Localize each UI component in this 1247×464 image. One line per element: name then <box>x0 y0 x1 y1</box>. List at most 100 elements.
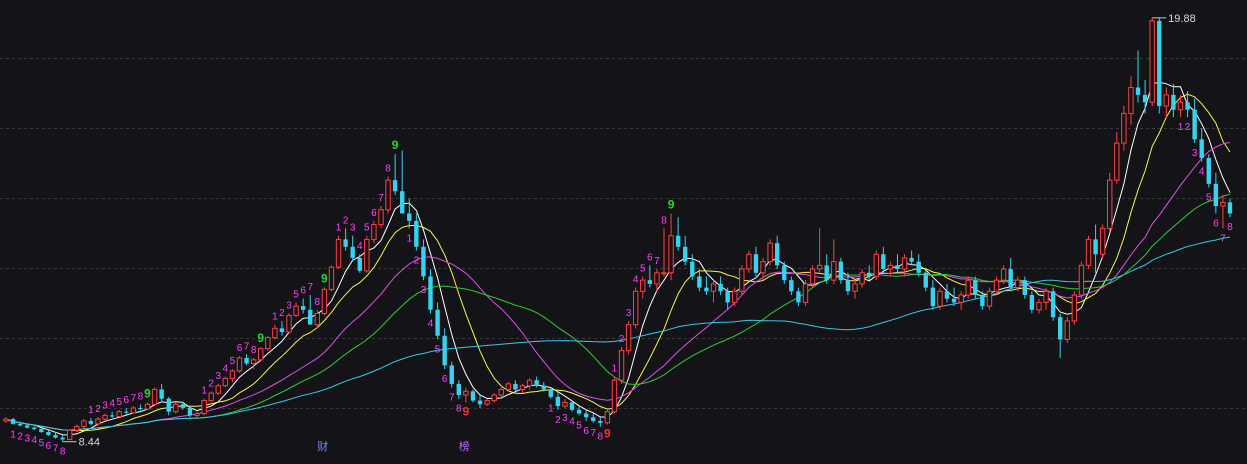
candle-body <box>951 298 957 303</box>
candle <box>1220 194 1226 229</box>
candle <box>10 417 16 425</box>
candle-body <box>1157 20 1162 107</box>
candle-body <box>463 390 469 396</box>
candle-body <box>625 324 632 352</box>
ma20-line <box>5 142 1231 431</box>
candle-body <box>3 418 9 422</box>
candle <box>229 369 236 383</box>
candle-body <box>144 403 151 410</box>
td-count: 4 <box>109 399 115 410</box>
candle-body <box>683 246 688 262</box>
candle-body <box>647 280 653 284</box>
candle-body <box>1050 291 1056 318</box>
candle <box>909 250 914 266</box>
low-price-label: 8.44 <box>79 437 100 449</box>
candle <box>1171 83 1176 118</box>
candle <box>286 313 292 334</box>
candle <box>88 417 94 426</box>
candle-body <box>442 335 447 366</box>
candle <box>632 287 639 329</box>
candle-body <box>407 213 412 221</box>
candle-body <box>279 328 285 333</box>
candle-body <box>293 305 299 316</box>
candle-body <box>675 235 681 247</box>
candle <box>625 320 632 355</box>
candle <box>831 239 837 284</box>
candle-body <box>1220 201 1226 207</box>
candle <box>442 328 447 370</box>
td-count: 4 <box>428 319 434 330</box>
candle-body <box>923 272 928 288</box>
candle-body <box>414 220 419 247</box>
candle-body <box>151 388 158 405</box>
td-count: 5 <box>1206 193 1212 204</box>
candle <box>937 287 943 310</box>
candle <box>513 380 518 392</box>
candle-body <box>392 180 398 192</box>
td-count: 3 <box>626 308 632 319</box>
candle-body <box>732 290 738 303</box>
candle <box>293 302 299 318</box>
candle <box>3 417 9 423</box>
candle <box>1213 172 1219 214</box>
candle <box>774 235 780 270</box>
candle <box>428 269 433 314</box>
candle-body <box>782 265 787 281</box>
candle <box>576 406 582 416</box>
td-count: 6 <box>442 374 448 385</box>
td-count: 6 <box>1213 218 1219 229</box>
td-count: 5 <box>576 420 582 431</box>
candle <box>498 387 504 397</box>
candle-body <box>1227 202 1233 214</box>
candle-body <box>10 419 16 424</box>
candle-body <box>816 264 823 270</box>
candle <box>470 389 476 403</box>
candle <box>555 391 561 410</box>
event-marker-bang[interactable]: 榜 <box>459 439 470 453</box>
annotations: 19.88 8.44 财 榜 <box>62 13 1196 453</box>
candle-body <box>116 411 122 418</box>
candle-body <box>1185 102 1190 110</box>
td-count: 8 <box>661 215 667 226</box>
candle-body <box>328 266 335 290</box>
candle-body <box>802 283 809 303</box>
candle <box>583 409 589 421</box>
candle-body <box>250 359 257 365</box>
candle-body <box>286 314 292 333</box>
td-count: 7 <box>244 341 250 352</box>
td-count: 7 <box>53 444 59 455</box>
candle <box>173 402 179 414</box>
candle-body <box>725 291 730 303</box>
candle <box>789 276 794 295</box>
td-count: 7 <box>131 393 137 404</box>
candle-body <box>258 348 264 361</box>
candle-body <box>53 435 58 438</box>
candle <box>1114 131 1120 184</box>
candle-body <box>789 280 794 292</box>
td-count: 8 <box>60 447 66 458</box>
candle-body <box>371 224 377 240</box>
candle-body <box>498 388 504 396</box>
candle-body <box>208 392 214 402</box>
candle <box>519 383 526 394</box>
candle-body <box>484 400 490 405</box>
candle <box>265 335 271 351</box>
candle <box>802 280 809 307</box>
candle <box>534 376 539 388</box>
candle <box>364 235 370 273</box>
td-count: 2 <box>414 256 420 267</box>
event-marker-cai[interactable]: 财 <box>317 439 328 453</box>
td-count: 5 <box>116 397 122 408</box>
candle <box>852 280 858 299</box>
candle-body <box>1058 317 1063 340</box>
candle-body <box>1008 269 1013 288</box>
candle <box>449 361 454 388</box>
candle <box>710 280 717 303</box>
candle-body <box>60 437 65 440</box>
candle <box>435 302 440 340</box>
candle-body <box>300 306 306 310</box>
candlestick-chart[interactable]: 1 2 3 4 5 6 7 81 2 3 4 5 6 7 8 9 123456 7 891 235 6 789123456… <box>0 0 1247 464</box>
candle-body <box>541 385 546 390</box>
td-count: 9 <box>668 197 675 211</box>
candle-body <box>690 261 695 277</box>
